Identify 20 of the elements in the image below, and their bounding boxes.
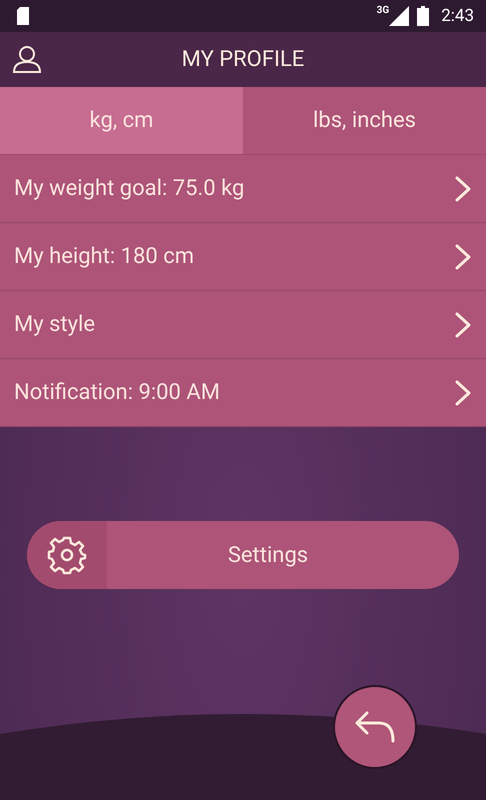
- unit-tab[interactable]: lbs, inches: [243, 87, 486, 155]
- status-time: 2:43: [441, 6, 474, 26]
- page-title: MY PROFILE: [182, 47, 304, 72]
- back-arrow-icon: [353, 709, 397, 745]
- chevron-right-icon: [454, 310, 472, 338]
- unit-tab[interactable]: kg, cm: [0, 87, 243, 155]
- profile-item[interactable]: My height: 180 cm: [0, 223, 486, 291]
- signal-icon: [389, 6, 410, 26]
- network-type: 3G: [376, 5, 390, 16]
- chevron-right-icon: [454, 242, 472, 270]
- chevron-right-icon: [454, 174, 472, 202]
- profile-item[interactable]: Notification: 9:00 AM: [0, 359, 486, 427]
- user-icon[interactable]: [12, 44, 42, 74]
- profile-item[interactable]: My style: [0, 291, 486, 359]
- profile-item[interactable]: My weight goal: 75.0 kg: [0, 155, 486, 223]
- settings-button[interactable]: Settings: [27, 521, 459, 589]
- battery-icon: [417, 6, 430, 26]
- settings-icon: [47, 535, 87, 575]
- chevron-right-icon: [454, 378, 472, 406]
- sd-card-icon: [16, 7, 30, 25]
